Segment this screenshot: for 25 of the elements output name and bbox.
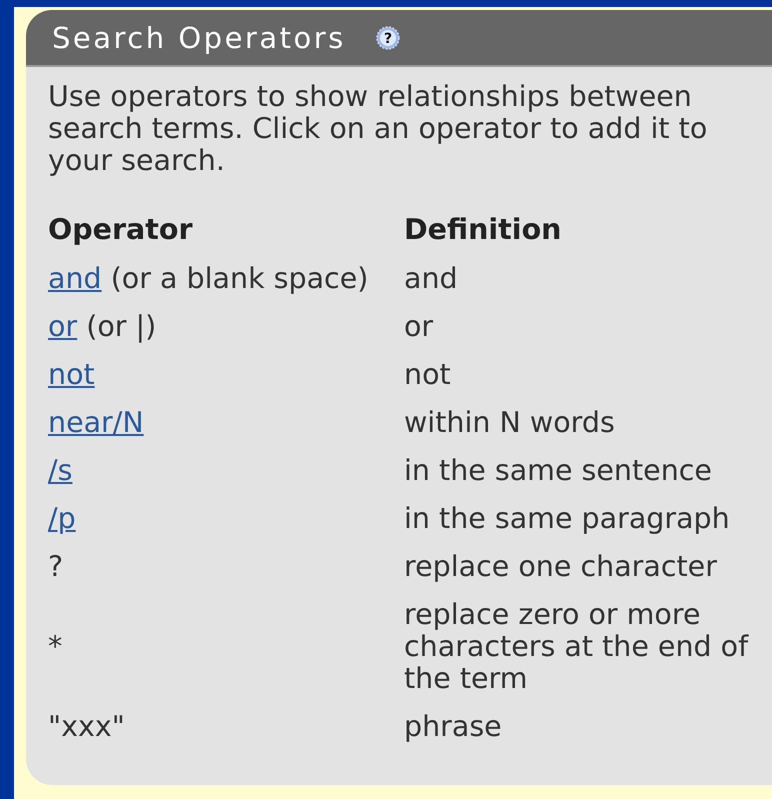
operator-text: * [48,630,62,663]
operator-text: ? [48,550,64,583]
operator-link[interactable]: not [48,358,95,391]
help-icon[interactable]: ? [376,26,400,50]
definition-text: in the same paragraph [404,503,731,535]
operator-link[interactable]: and [48,262,102,295]
definition-text: replace one character [404,551,718,583]
definition-text: and [404,263,459,295]
intro-text: Use operators to show relationships between search terms. Click on an operator to add it to your search. [48,81,708,177]
panel-title: Search Operators [52,20,346,54]
operator-link[interactable]: /p [48,502,76,535]
column-header: Definition [404,213,562,246]
column-header: Operator [48,213,193,246]
definition-text: not [404,359,452,391]
definition-text: in the same sentence [404,455,713,487]
operator-link[interactable]: near/N [48,406,144,439]
definition-text: within N words [404,407,616,439]
operator-note: (or a blank space) [110,262,368,295]
definition-text: or [404,311,434,343]
definition-text: phrase [404,711,503,743]
operator-link[interactable]: or [48,310,78,343]
operator-note: (or |) [86,310,156,343]
operator-text: "xxx" [48,710,125,743]
definition-text: replace zero or more characters at the end of the term [404,599,750,695]
operator-link[interactable]: /s [48,454,72,487]
